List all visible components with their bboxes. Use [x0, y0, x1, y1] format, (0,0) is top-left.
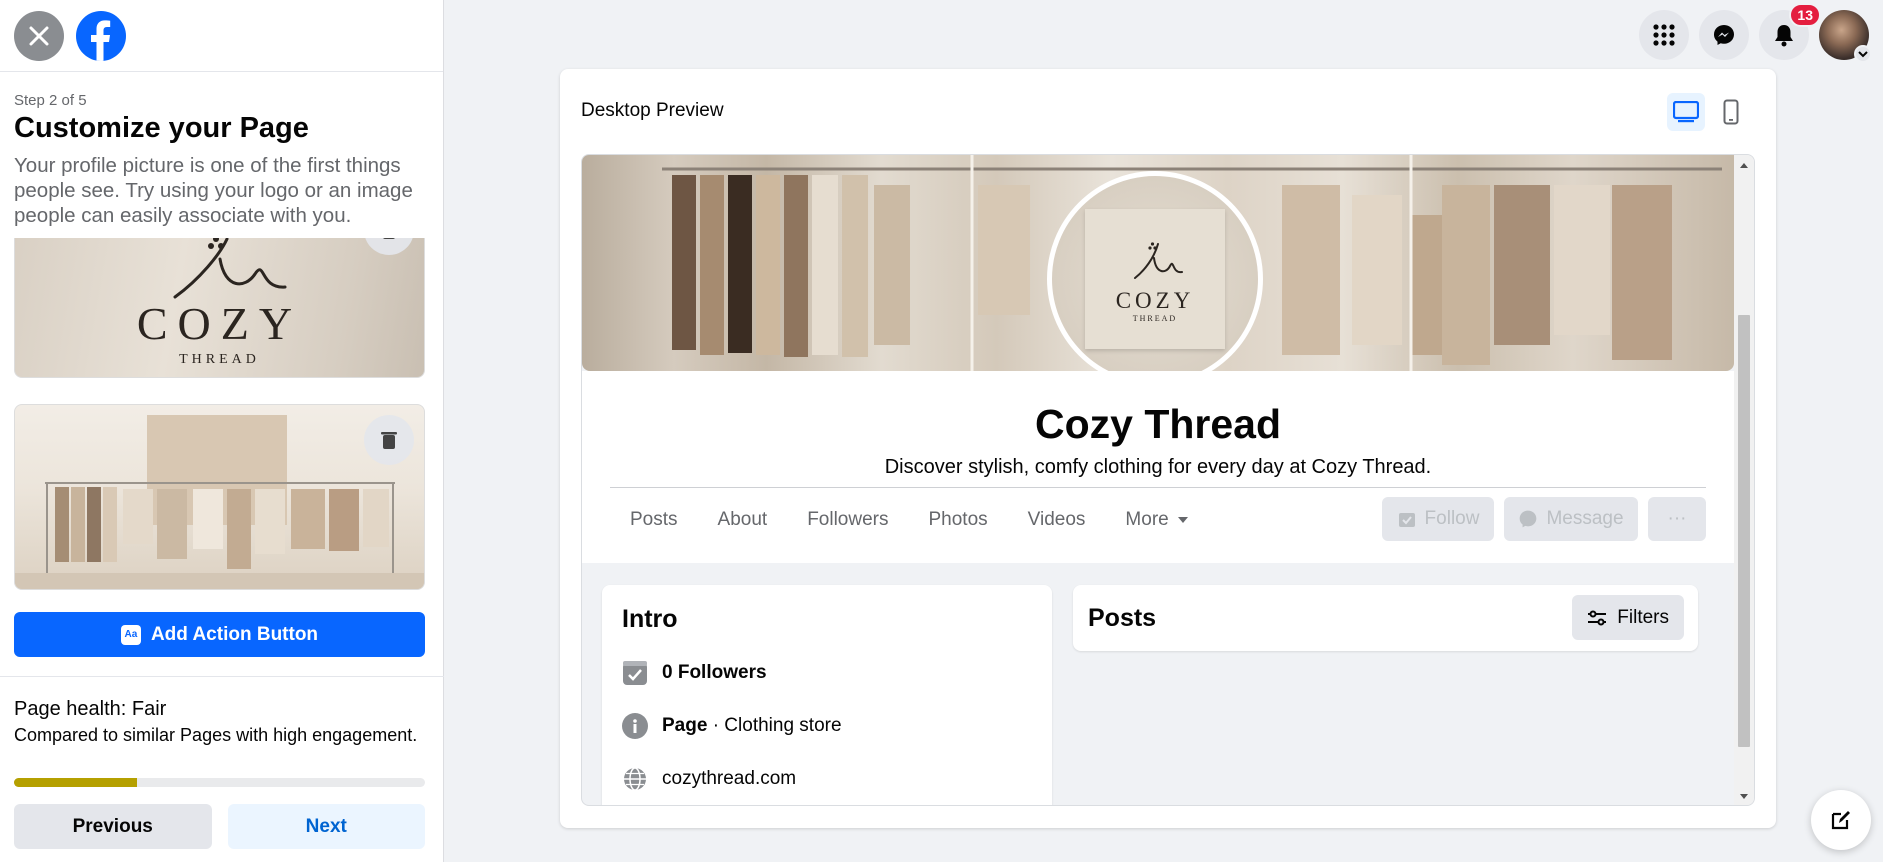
page-name: Cozy Thread — [1034, 401, 1282, 447]
page-header: Cozy Thread Discover stylish, comfy clot… — [582, 371, 1734, 563]
chevron-down-icon — [1858, 51, 1868, 58]
desktop-view-toggle[interactable] — [1667, 93, 1705, 131]
followers-icon — [623, 661, 647, 685]
top-nav-icons: 13 — [1639, 3, 1872, 63]
scroll-down-icon[interactable] — [1734, 789, 1754, 803]
logo-text: COZY — [1115, 287, 1195, 313]
intro-followers: 0 Followers — [622, 660, 767, 686]
tab-photos[interactable]: Photos — [909, 495, 1008, 545]
page-health: Page health: Fair Compared to similar Pa… — [14, 698, 425, 748]
caret-down-icon — [1177, 517, 1188, 523]
add-action-button-label: Add Action Button — [150, 623, 319, 645]
desktop-icon — [1673, 101, 1699, 123]
tab-videos[interactable]: Videos — [1008, 495, 1106, 545]
close-button[interactable] — [14, 10, 64, 61]
scrollbar-thumb[interactable] — [1738, 315, 1750, 747]
photo-list[interactable]: COZY THREAD — [0, 238, 444, 658]
logo-mark-icon — [1134, 241, 1183, 279]
panel-title: Customize your Page — [14, 112, 309, 144]
grid-menu-icon — [1653, 24, 1675, 46]
page-tabs: Posts About Followers Photos Videos More — [610, 495, 1209, 545]
intro-title: Intro — [622, 605, 678, 633]
mobile-view-toggle[interactable] — [1712, 93, 1750, 131]
bell-icon — [1775, 25, 1793, 47]
category-value: · Clothing store — [707, 715, 842, 736]
delete-cover-button[interactable] — [364, 415, 414, 465]
desktop-preview-card: Desktop Preview COZY THREAD Cozy Thread … — [560, 69, 1776, 828]
posts-title: Posts — [1088, 604, 1157, 632]
preview-scrollbar[interactable] — [1734, 155, 1754, 805]
facebook-f-icon — [91, 19, 111, 61]
step-navigation: Previous Next — [14, 804, 425, 849]
next-button[interactable]: Next — [227, 804, 425, 849]
panel-description: Your profile picture is one of the first… — [14, 154, 413, 227]
health-title: Page health: Fair — [14, 698, 167, 720]
trash-icon — [381, 432, 397, 449]
follow-button[interactable]: Follow — [1382, 497, 1494, 541]
more-actions-button[interactable]: ··· — [1648, 497, 1706, 541]
follow-label: Follow — [1424, 508, 1480, 529]
menu-button[interactable] — [1639, 10, 1689, 60]
intro-category: Page · Clothing store — [622, 713, 842, 739]
facebook-logo[interactable] — [76, 10, 126, 61]
health-progress-fill — [14, 778, 138, 787]
close-icon — [29, 26, 49, 45]
page-tagline: Discover stylish, comfy clothing for eve… — [884, 456, 1432, 478]
notifications-button[interactable]: 13 — [1759, 3, 1821, 60]
add-action-button[interactable]: Aa Add Action Button — [14, 612, 425, 657]
logo-text: COZY — [136, 298, 303, 349]
intro-card: Intro 0 Followers Page · Clothing store … — [602, 585, 1052, 805]
logo-subtext: THREAD — [1132, 313, 1178, 323]
tab-more-label: More — [1125, 509, 1169, 530]
customize-panel: Step 2 of 5 Customize your Page Your pro… — [0, 0, 444, 862]
compose-button[interactable] — [1811, 790, 1871, 850]
messenger-button[interactable] — [1699, 10, 1749, 60]
step-header: Step 2 of 5 Customize your Page Your pro… — [0, 72, 443, 228]
account-chevron[interactable] — [1854, 45, 1872, 63]
health-description: Compared to similar Pages with high enga… — [14, 725, 418, 745]
tab-about[interactable]: About — [698, 495, 788, 545]
profile-photo-thumbnail[interactable]: COZY THREAD — [14, 238, 425, 378]
tab-posts[interactable]: Posts — [610, 495, 698, 545]
mobile-icon — [1723, 99, 1739, 125]
filters-icon — [1588, 610, 1607, 625]
logo-subtext: THREAD — [179, 352, 260, 367]
globe-icon — [624, 767, 646, 791]
info-icon — [622, 713, 648, 739]
posts-card: Posts Filters — [1073, 585, 1698, 651]
messenger-icon — [1520, 510, 1537, 528]
filters-button[interactable]: Filters — [1572, 595, 1684, 640]
account-avatar[interactable] — [1819, 10, 1872, 63]
step-indicator: Step 2 of 5 — [14, 92, 87, 109]
tab-more[interactable]: More — [1105, 495, 1208, 545]
tab-followers[interactable]: Followers — [787, 495, 908, 545]
intro-website: cozythread.com — [622, 766, 796, 792]
category-label: Page — [662, 715, 708, 736]
scroll-up-icon[interactable] — [1734, 159, 1754, 173]
notification-badge: 13 — [1789, 3, 1821, 27]
health-progress-bar — [14, 778, 425, 787]
panel-topbar — [0, 0, 443, 72]
message-label: Message — [1546, 508, 1624, 529]
cover-photo-thumbnail[interactable] — [14, 404, 425, 590]
header-divider — [610, 487, 1706, 488]
website-link[interactable]: cozythread.com — [662, 768, 796, 790]
profile-picture: COZY THREAD — [1047, 171, 1263, 387]
messenger-icon — [1714, 25, 1734, 45]
message-button[interactable]: Message — [1504, 497, 1638, 541]
followers-count: 0 Followers — [662, 662, 767, 683]
previous-button[interactable]: Previous — [14, 804, 212, 849]
follow-icon — [1398, 513, 1415, 527]
clothing-rack-illustration — [15, 415, 424, 589]
filters-label: Filters — [1617, 606, 1669, 628]
action-button-icon: Aa — [120, 624, 141, 645]
page-preview-frame[interactable]: COZY THREAD Cozy Thread Discover stylish… — [581, 154, 1755, 806]
compose-icon — [1831, 811, 1850, 830]
page-actions: Follow Message ··· — [1382, 497, 1706, 541]
preview-title: Desktop Preview — [581, 100, 724, 121]
trash-icon — [383, 238, 395, 239]
divider — [0, 676, 444, 677]
profile-logo: COZY THREAD — [1085, 209, 1225, 349]
